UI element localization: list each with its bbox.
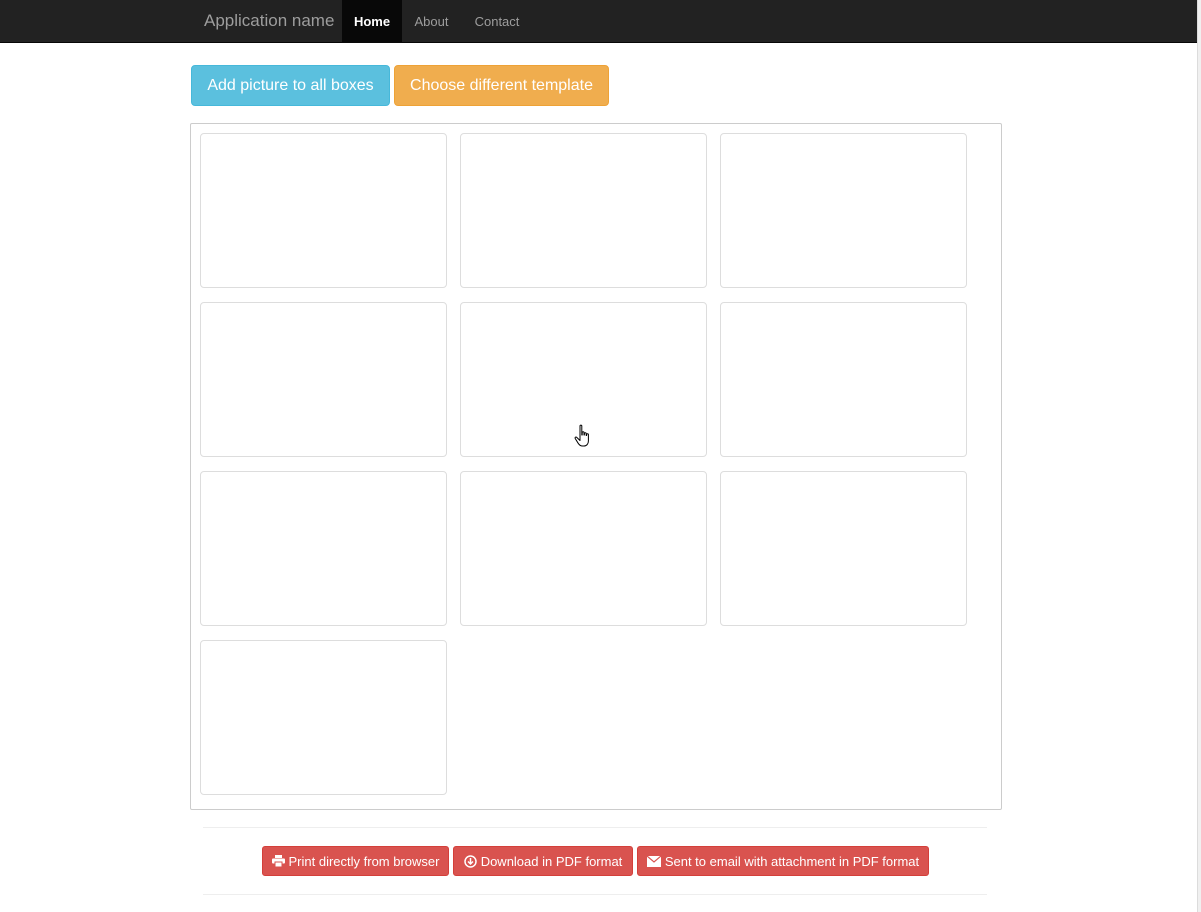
picture-box[interactable]: [720, 302, 967, 457]
add-picture-to-all-boxes-button[interactable]: Add picture to all boxes: [191, 65, 390, 106]
nav-item-label: Contact: [474, 13, 520, 29]
picture-box[interactable]: [720, 133, 967, 288]
picture-box[interactable]: [720, 471, 967, 626]
top-navbar: Application name Home About Contact: [0, 0, 1197, 43]
vertical-scrollbar[interactable]: [1197, 0, 1201, 912]
printer-icon: [271, 855, 285, 867]
download-button-label: Download in PDF format: [480, 853, 623, 869]
email-button-label: Sent to email with attachment in PDF for…: [664, 853, 920, 869]
envelope-icon: [646, 855, 661, 867]
nav-item-about[interactable]: About: [404, 0, 459, 42]
picture-template-container: [190, 123, 1002, 810]
nav-item-home[interactable]: Home: [342, 0, 402, 42]
picture-box[interactable]: [200, 302, 447, 457]
choose-different-template-button[interactable]: Choose different template: [394, 65, 609, 106]
print-button-label: Print directly from browser: [288, 853, 440, 869]
print-from-browser-button[interactable]: Print directly from browser: [262, 846, 449, 876]
nav-item-label: Home: [353, 13, 391, 29]
brand-link[interactable]: Application name: [204, 11, 334, 31]
picture-box[interactable]: [200, 133, 447, 288]
picture-box[interactable]: [200, 471, 447, 626]
picture-box[interactable]: [460, 471, 707, 626]
download-pdf-button[interactable]: Download in PDF format: [453, 846, 633, 876]
picture-box[interactable]: [200, 640, 447, 795]
nav-item-contact[interactable]: Contact: [462, 0, 532, 42]
nav-item-label: About: [414, 13, 449, 29]
picture-box[interactable]: [460, 133, 707, 288]
send-email-pdf-button[interactable]: Sent to email with attachment in PDF for…: [637, 846, 929, 876]
divider: [203, 827, 987, 828]
download-circle-icon: [463, 854, 477, 868]
hand-pointer-cursor-icon: [574, 424, 594, 450]
divider: [203, 894, 987, 895]
